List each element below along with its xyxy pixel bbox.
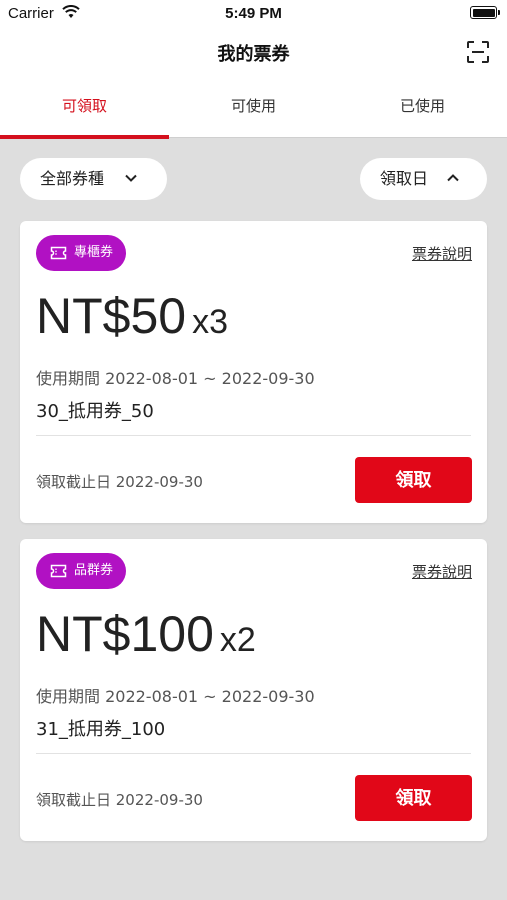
- battery-icon: [470, 6, 500, 19]
- scan-icon[interactable]: [466, 40, 490, 64]
- coupon-name: 30_抵用券_50: [36, 401, 154, 422]
- divider: [36, 753, 471, 754]
- coupon-type-badge: 品群券: [36, 553, 127, 589]
- coupon-explain-link[interactable]: 票券說明: [412, 243, 472, 264]
- clock: 5:49 PM: [225, 5, 282, 22]
- ticket-icon: [50, 246, 67, 260]
- badge-label: 專櫃券: [74, 245, 114, 260]
- chevron-up-icon: [447, 174, 459, 182]
- page-title: 我的票券: [217, 44, 290, 65]
- coupon-amount: NT$50: [36, 288, 187, 344]
- coupon-type-badge: 專櫃券: [36, 235, 127, 271]
- claim-deadline: 領取截止日 2022-09-30: [36, 473, 203, 491]
- coupon-price: NT$100 x2: [36, 605, 256, 663]
- coupon-validity-period: 使用期間 2022-08-01 ~ 2022-09-30: [36, 687, 315, 706]
- active-tab-indicator: [0, 135, 169, 139]
- tab-usable[interactable]: 可使用: [169, 86, 338, 138]
- tab-used[interactable]: 已使用: [338, 86, 507, 138]
- coupon-type-label: 全部券種: [40, 169, 105, 188]
- top-bar: Carrier 5:49 PM 我的票券 可領取 可使用 已使用: [0, 0, 507, 139]
- tab-bar: 可領取 可使用 已使用: [0, 86, 507, 139]
- tab-label: 可領取: [61, 97, 107, 115]
- ticket-icon: [50, 564, 67, 578]
- claim-deadline: 領取截止日 2022-09-30: [36, 791, 203, 809]
- coupon-name: 31_抵用券_100: [36, 719, 166, 740]
- badge-label: 品群券: [74, 563, 114, 578]
- tab-label: 可使用: [230, 97, 276, 115]
- coupon-card: 專櫃券 票券說明 NT$50 x3 使用期間 2022-08-01 ~ 2022-…: [20, 221, 487, 523]
- claim-button[interactable]: 領取: [355, 775, 472, 821]
- sort-label: 領取日: [380, 169, 429, 188]
- tab-claimable[interactable]: 可領取: [0, 86, 169, 139]
- coupon-quantity: x3: [192, 303, 228, 341]
- coupon-amount: NT$100: [36, 606, 214, 662]
- status-bar: Carrier 5:49 PM: [0, 0, 507, 28]
- sort-filter[interactable]: 領取日: [360, 158, 487, 200]
- claim-button[interactable]: 領取: [355, 457, 472, 503]
- divider: [36, 435, 471, 436]
- coupon-validity-period: 使用期間 2022-08-01 ~ 2022-09-30: [36, 369, 315, 388]
- coupon-price: NT$50 x3: [36, 287, 228, 345]
- tab-label: 已使用: [399, 97, 445, 115]
- coupon-card: 品群券 票券說明 NT$100 x2 使用期間 2022-08-01 ~ 2022…: [20, 539, 487, 841]
- chevron-down-icon: [125, 174, 137, 182]
- coupon-type-filter[interactable]: 全部券種: [20, 158, 167, 200]
- coupon-quantity: x2: [219, 621, 256, 659]
- coupon-explain-link[interactable]: 票券說明: [412, 561, 472, 582]
